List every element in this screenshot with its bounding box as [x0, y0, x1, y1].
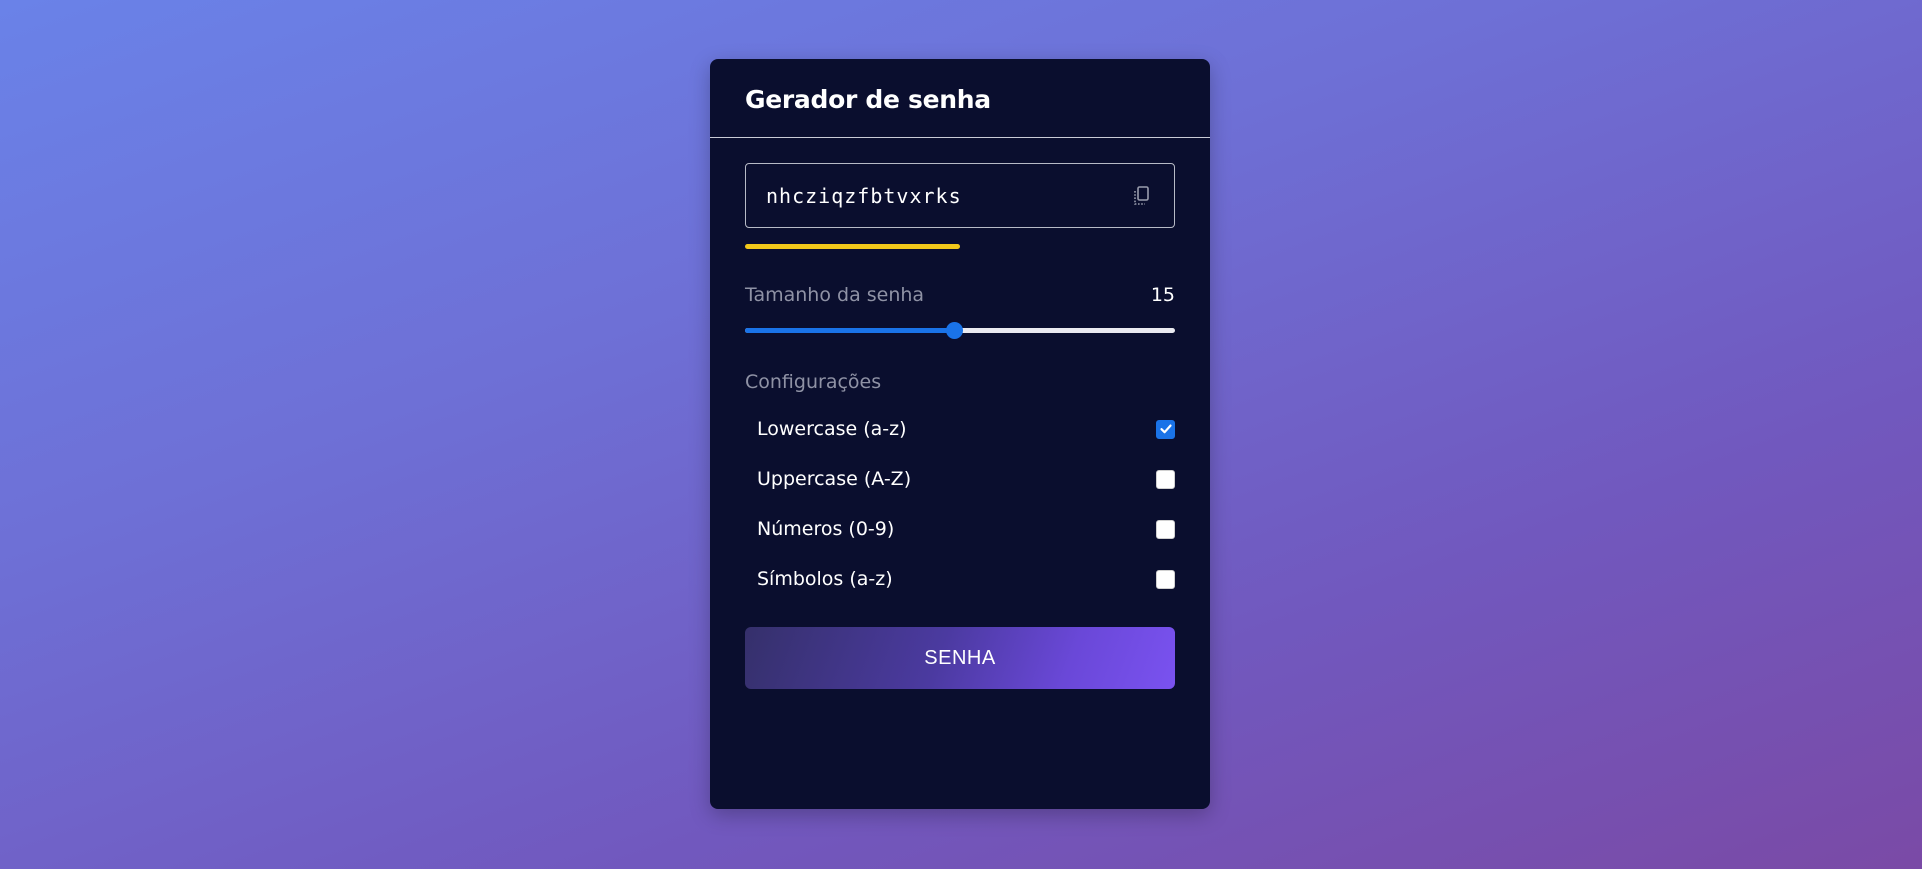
- length-slider[interactable]: [745, 322, 1175, 339]
- strength-bar: [745, 244, 960, 249]
- option-label: Símbolos (a-z): [757, 568, 893, 590]
- uppercase-checkbox[interactable]: [1156, 469, 1175, 489]
- option-label: Uppercase (A-Z): [757, 468, 912, 490]
- lowercase-checkbox[interactable]: [1156, 419, 1175, 439]
- generate-password-button[interactable]: SENHA: [745, 627, 1175, 689]
- strength-indicator: [745, 244, 1175, 249]
- option-lowercase[interactable]: Lowercase (a-z): [745, 414, 1175, 444]
- option-symbols[interactable]: Símbolos (a-z): [745, 564, 1175, 594]
- copy-icon-glyph: [1134, 185, 1149, 205]
- slider-thumb[interactable]: [945, 322, 963, 339]
- settings-label: Configurações: [745, 371, 882, 393]
- option-numbers[interactable]: Números (0-9): [745, 514, 1175, 544]
- password-field[interactable]: nhcziqzfbtvxrks: [745, 163, 1175, 228]
- card-body: nhcziqzfbtvxrks Tamanho da senha 15 Conf…: [710, 138, 1210, 689]
- option-uppercase[interactable]: Uppercase (A-Z): [745, 464, 1175, 494]
- option-label: Números (0-9): [757, 518, 895, 540]
- card-header: Gerador de senha: [710, 59, 1210, 138]
- length-value: 15: [1150, 284, 1175, 306]
- copy-icon[interactable]: [1128, 183, 1154, 209]
- symbols-checkbox[interactable]: [1156, 569, 1175, 589]
- page-title: Gerador de senha: [745, 84, 991, 114]
- numbers-checkbox[interactable]: [1156, 519, 1175, 539]
- checkmark-icon: [1159, 424, 1172, 434]
- password-value[interactable]: nhcziqzfbtvxrks: [766, 184, 1128, 208]
- length-label: Tamanho da senha: [745, 284, 925, 306]
- option-label: Lowercase (a-z): [757, 418, 907, 440]
- settings-options: Lowercase (a-z) Uppercase (A-Z) Números …: [745, 414, 1175, 594]
- length-row: Tamanho da senha 15: [745, 284, 1175, 306]
- slider-fill: [745, 328, 954, 333]
- password-generator-card: Gerador de senha nhcziqzfbtvxrks Tamanho…: [710, 59, 1210, 809]
